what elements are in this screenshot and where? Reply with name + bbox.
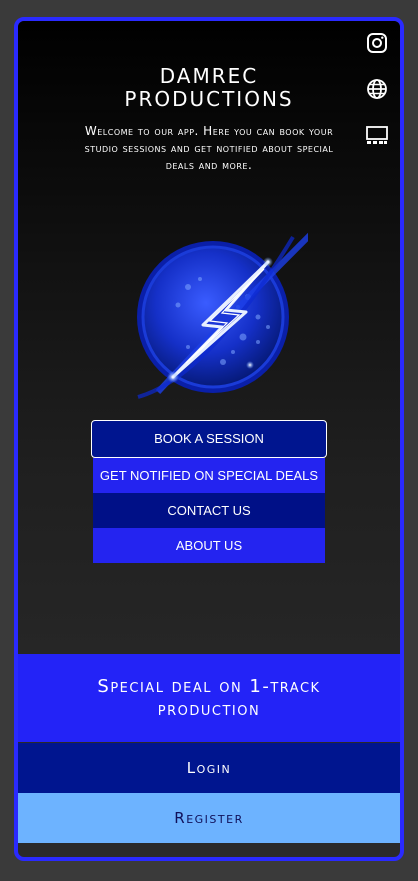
notify-special-deals-button[interactable]: GET NOTIFIED ON SPECIAL DEALS (93, 458, 325, 493)
gallery-icon[interactable] (365, 123, 389, 147)
special-deal-banner[interactable]: Special deal on 1-track production (18, 654, 400, 742)
welcome-text: Welcome to our app. Here you can book yo… (84, 124, 334, 172)
instagram-icon[interactable] (365, 31, 389, 55)
register-button[interactable]: Register (18, 793, 400, 843)
book-session-button[interactable]: BOOK A SESSION (91, 420, 327, 458)
contact-us-button[interactable]: CONTACT US (93, 493, 325, 528)
about-us-button[interactable]: ABOUT US (93, 528, 325, 563)
app-title: DAMREC PRODUCTIONS (18, 65, 400, 111)
app-title-line2: PRODUCTIONS (124, 87, 294, 111)
app-title-line1: DAMREC (159, 64, 259, 88)
login-button[interactable]: Login (18, 743, 400, 793)
phone-frame: DAMREC PRODUCTIONS Welcome to our app. H… (14, 17, 404, 861)
lightning-bolt-globe-logo (137, 232, 308, 399)
home-screen: DAMREC PRODUCTIONS Welcome to our app. H… (18, 21, 400, 654)
main-menu: BOOK A SESSION GET NOTIFIED ON SPECIAL D… (91, 420, 327, 563)
